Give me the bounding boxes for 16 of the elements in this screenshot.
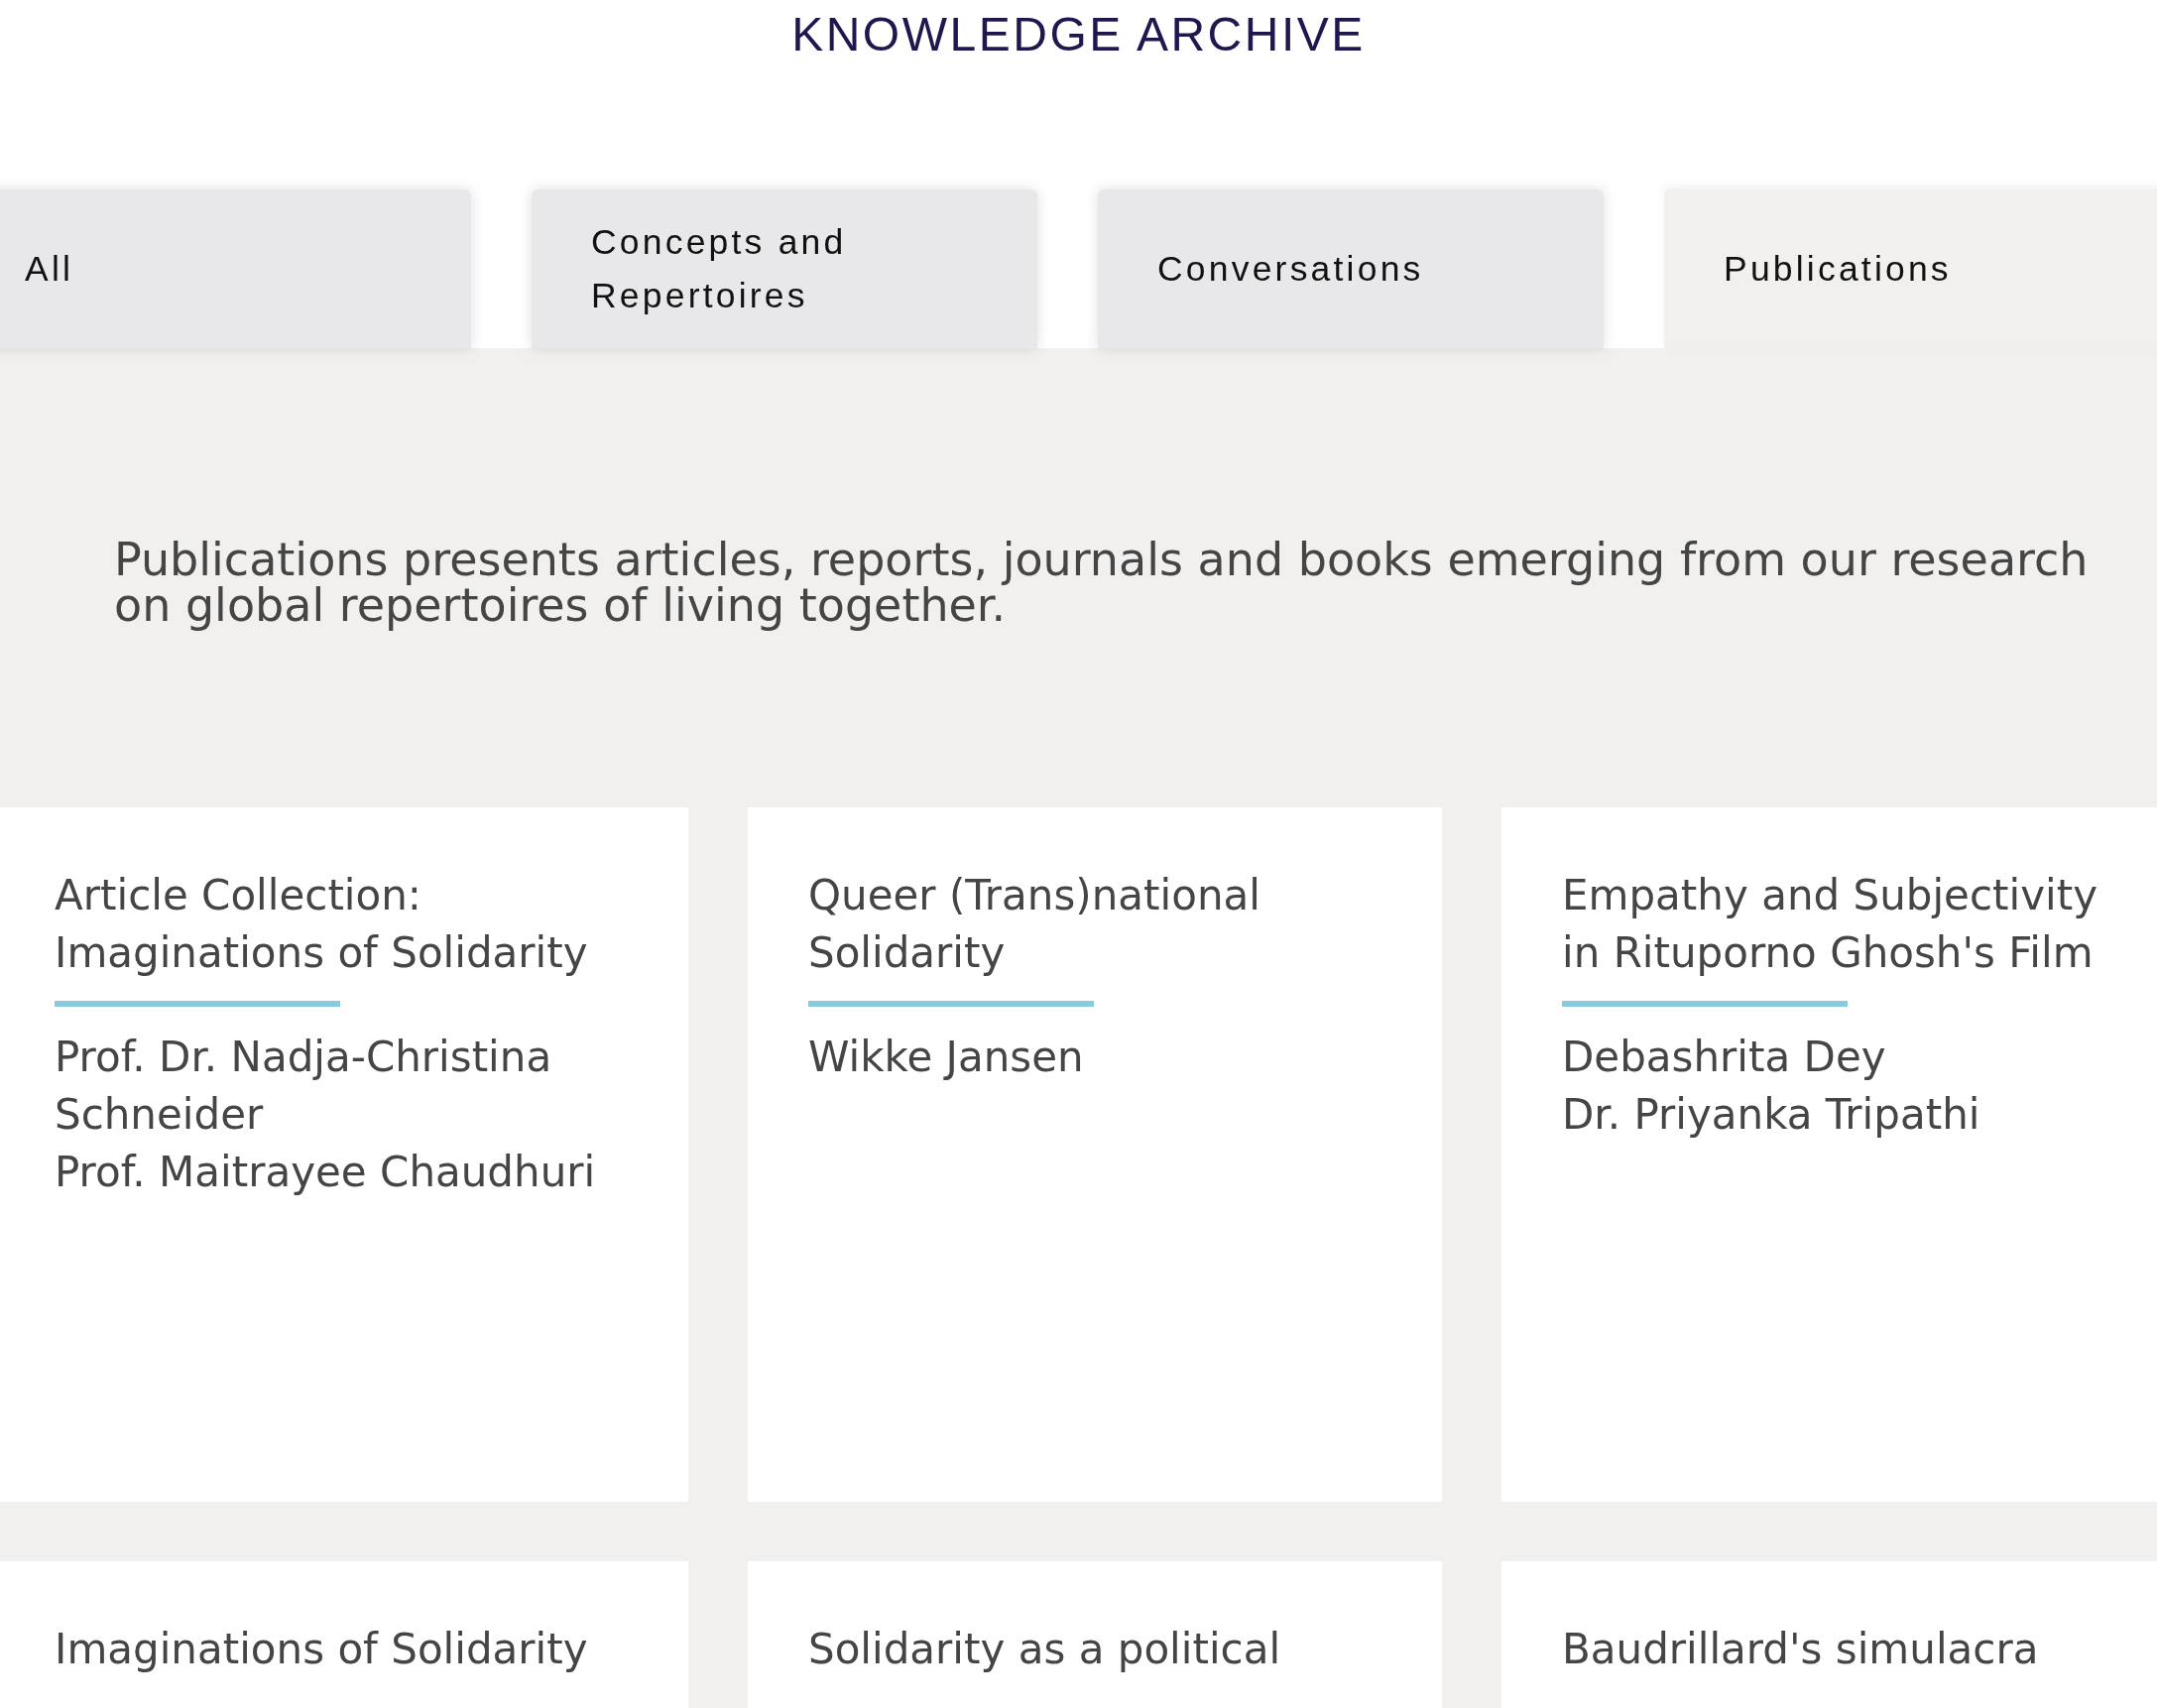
publication-title[interactable]: Baudrillard's simulacra (1562, 1620, 2113, 1678)
author-name: Debashrita Dey (1562, 1031, 1887, 1083)
category-tab[interactable]: All (0, 188, 471, 348)
author-name: Dr. Priyanka Tripathi (1562, 1088, 1981, 1141)
page-title: KNOWLEDGE ARCHIVE (790, 7, 1367, 62)
category-tab[interactable]: Conversations (1098, 188, 1604, 348)
publication-title[interactable]: Imaginations of Solidarity (55, 1620, 606, 1678)
publication-title[interactable]: Queer (Trans)national Solidarity (808, 866, 1360, 982)
category-tab[interactable]: Concepts and Repertoires (532, 188, 1037, 348)
category-tab[interactable]: Publications (1664, 188, 2157, 348)
author-name: Prof. Maitrayee Chaudhuri (55, 1146, 597, 1198)
publication-title[interactable]: Empathy and Subjectivity in Rituporno Ghosh's Film (1562, 866, 2113, 982)
publication-title[interactable]: Solidarity as a political (808, 1620, 1360, 1678)
author-name: Wikke Jansen (808, 1031, 1085, 1083)
publication-title[interactable]: Article Collection: Imaginations of Solidarity (55, 866, 606, 982)
author-name: Prof. Dr. Nadja-Christina Schneider (55, 1031, 553, 1141)
